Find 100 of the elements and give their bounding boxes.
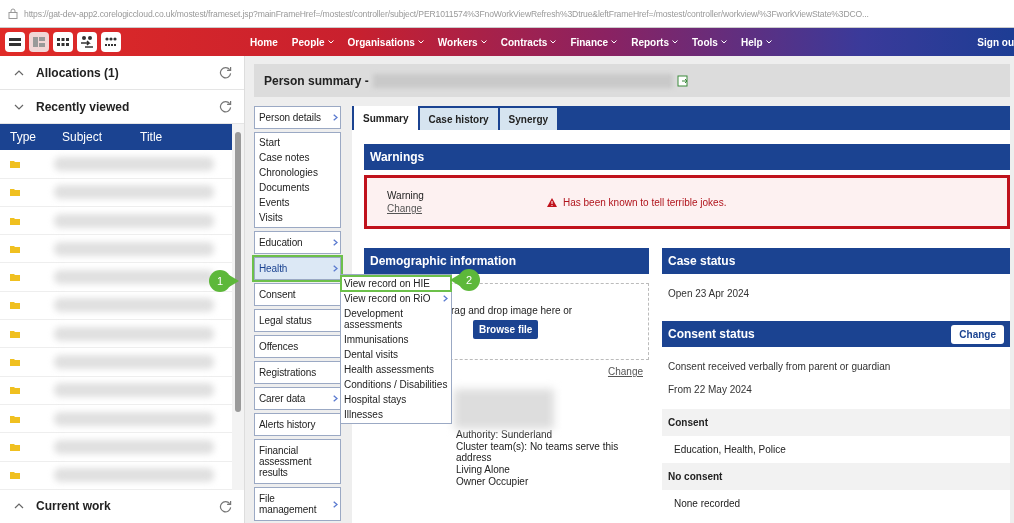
column-header[interactable]: Type (0, 130, 62, 145)
folder-icon (10, 301, 20, 310)
folder-icon (10, 471, 20, 480)
menu-link[interactable]: Start (259, 137, 336, 148)
submenu-item[interactable]: Hospital stays (341, 392, 451, 407)
tab[interactable]: Summary (354, 106, 418, 130)
chevron-up-icon[interactable] (14, 503, 24, 510)
menu-item[interactable]: Legal status (254, 309, 341, 332)
nav-menu-item[interactable]: Home (250, 36, 278, 48)
nav-menu-item[interactable]: Reports (631, 36, 678, 48)
refresh-icon[interactable] (219, 100, 232, 114)
folder-icon (10, 414, 20, 423)
caret-icon (417, 40, 424, 44)
nav-menu-item[interactable]: Organisations (347, 36, 424, 48)
chevron-up-icon[interactable] (14, 69, 24, 76)
menu-link[interactable]: Events (259, 197, 336, 208)
menu-link[interactable]: Visits (259, 212, 336, 223)
nav-menu-item[interactable]: Tools (691, 36, 727, 48)
folder-icon (10, 358, 20, 366)
menu-item[interactable]: Carer data (254, 387, 341, 410)
menu-item[interactable]: Alerts history (254, 413, 341, 436)
section-header: Warnings (364, 144, 1010, 170)
section-header: Demographic information (364, 248, 649, 274)
grid-view-icon[interactable] (53, 32, 73, 52)
chevron-right-icon (443, 295, 448, 302)
menu-link[interactable]: Case notes (259, 152, 336, 163)
menu-item[interactable]: Offences (254, 335, 341, 358)
chevron-right-icon (333, 500, 338, 508)
submenu-item[interactable]: Immunisations (341, 332, 451, 347)
drop-hint: rag and drop image here or (451, 305, 573, 316)
folder-icon (10, 244, 20, 253)
page-title: Person summary - (264, 73, 369, 88)
list-view-icon[interactable] (5, 32, 25, 52)
image-drop-zone[interactable]: rag and drop image here or Browse file (451, 284, 648, 359)
submenu-item[interactable]: Health assessments (341, 362, 451, 377)
scrollbar[interactable] (232, 124, 244, 490)
submenu-item[interactable]: Development assessments (341, 306, 451, 332)
caret-icon (611, 40, 618, 44)
nav-menu-item[interactable]: Workers (437, 36, 487, 48)
change-button[interactable]: Change (951, 324, 1004, 344)
detail-text: Cluster team(s): No teams serve this address (456, 441, 620, 463)
column-header[interactable]: Subject (62, 130, 140, 145)
group-heading: Consent (662, 409, 1010, 436)
submenu-item[interactable]: Illnesses (341, 407, 451, 422)
section-title: Consent status (668, 327, 755, 341)
detail-text: Authority: Sunderland (456, 429, 554, 440)
warning-message: Has been known to tell terrible jokes. (563, 196, 727, 208)
menu-item[interactable]: Education (254, 231, 341, 254)
section-title[interactable]: Recently viewed (36, 99, 207, 114)
menu-link[interactable]: Documents (259, 182, 336, 193)
refresh-icon[interactable] (219, 66, 232, 80)
chevron-right-icon (333, 114, 338, 121)
menu-item[interactable]: File management (254, 487, 341, 521)
group-value: None recorded (673, 497, 742, 511)
nav-menu-item[interactable]: Help (740, 36, 772, 48)
chevron-down-icon[interactable] (14, 103, 24, 110)
refresh-icon[interactable] (219, 499, 232, 513)
change-link[interactable]: Change (607, 366, 643, 377)
detail-text: Owner Occupier (456, 476, 530, 487)
people-transfer-icon[interactable] (77, 32, 97, 52)
tab[interactable]: Synergy (499, 108, 558, 130)
submenu-item[interactable]: Conditions / Disabilities (341, 377, 451, 392)
group-value: Education, Health, Police (673, 443, 787, 457)
sign-out-link[interactable]: Sign ou (977, 36, 1014, 48)
folder-icon (10, 159, 20, 168)
warning-label: Warning (387, 190, 425, 201)
consent-date: From 22 May 2024 (667, 383, 753, 397)
detail-text: Living Alone (456, 464, 511, 475)
menu-item[interactable]: Health (254, 257, 341, 280)
lock-icon (8, 8, 18, 19)
menu-item[interactable]: Financial assessment results (254, 439, 341, 484)
section-title[interactable]: Allocations (1) (36, 65, 207, 80)
menu-item[interactable]: Registrations (254, 361, 341, 384)
submenu-item[interactable]: Dental visits (341, 347, 451, 362)
caret-icon (480, 40, 487, 44)
section-title[interactable]: Current work (36, 499, 207, 514)
chevron-right-icon (333, 265, 338, 272)
column-header[interactable]: Title (140, 130, 163, 145)
browse-file-button[interactable]: Browse file (473, 320, 539, 339)
nav-menu-item[interactable]: Contracts (500, 36, 557, 48)
folder-icon (10, 188, 20, 197)
folder-icon (10, 216, 20, 225)
caret-icon (327, 40, 334, 44)
change-link[interactable]: Change (387, 203, 547, 214)
tab[interactable]: Case history (419, 108, 498, 130)
submenu-item[interactable]: View record on RiO (341, 291, 451, 306)
caret-icon (550, 40, 557, 44)
menu-item[interactable]: Consent (254, 283, 341, 306)
menu-link[interactable]: Chronologies (259, 167, 336, 178)
status-text: Open 23 Apr 2024 (667, 287, 751, 301)
section-header: Case status (662, 248, 1010, 274)
folder-icon (10, 329, 20, 338)
caret-icon (765, 40, 772, 44)
menu-item[interactable]: Person details (254, 106, 341, 129)
nav-menu-item[interactable]: Finance (570, 36, 618, 48)
submenu-item[interactable]: View record on HIE (341, 276, 451, 291)
people-group-icon[interactable] (101, 32, 121, 52)
caret-icon (720, 40, 727, 44)
document-icon[interactable] (676, 74, 689, 87)
nav-menu-item[interactable]: People (291, 36, 334, 48)
